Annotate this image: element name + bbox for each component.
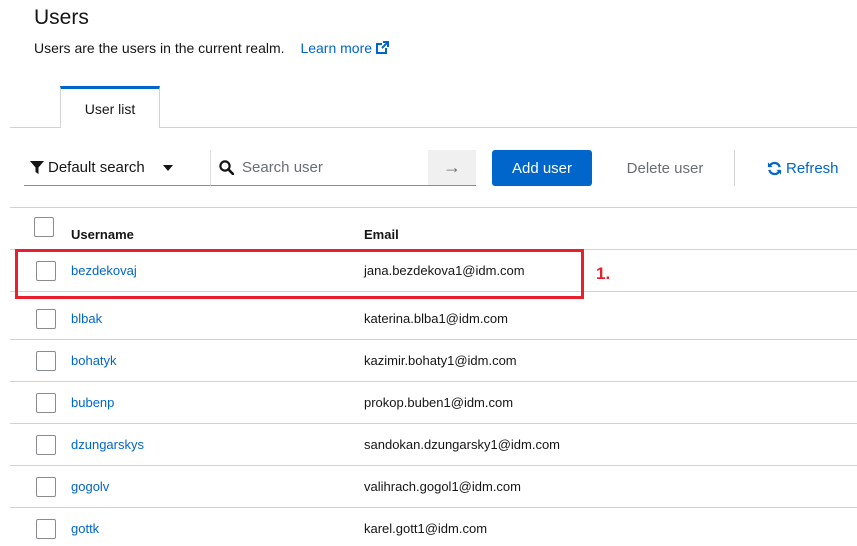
tab-user-list-label: User list [84,100,136,117]
page-title: Users [34,6,89,29]
table-row: bohatyk kazimir.bohaty1@idm.com [10,340,857,382]
arrow-right-icon: → [443,157,461,177]
search-input[interactable] [242,159,412,176]
toolbar-divider [10,207,857,208]
column-username: Username [71,227,134,242]
table-row: bubenp prokop.buben1@idm.com [10,382,857,424]
filter-icon [30,160,44,174]
toolbar: Default search → Add user Delete user Re… [24,150,839,186]
search-type-dropdown[interactable]: Default search [24,150,210,186]
page-description-text: Users are the users in the current realm… [34,40,285,56]
page-description: Users are the users in the current realm… [34,40,390,56]
row-checkbox[interactable] [36,519,56,539]
search-icon [219,160,234,175]
column-email: Email [364,227,399,242]
username-link[interactable]: bohatyk [71,353,117,368]
email-cell: karel.gott1@idm.com [364,521,488,536]
refresh-icon [767,161,782,175]
learn-more-label: Learn more [300,40,373,56]
email-cell: valihrach.gogol1@idm.com [364,479,521,494]
caret-down-icon [162,164,173,171]
search-submit-button[interactable]: → [428,150,476,186]
username-link[interactable]: gogolv [71,479,109,494]
email-cell: katerina.blba1@idm.com [364,311,508,326]
table-row: gogolv valihrach.gogol1@idm.com [10,466,857,508]
search-field [210,150,428,186]
table-row: gottk karel.gott1@idm.com [10,508,857,546]
username-link[interactable]: gottk [71,521,99,536]
table-header: Username Email [10,212,857,250]
username-link[interactable]: dzungarskys [71,437,144,452]
row-checkbox[interactable] [36,477,56,497]
row-checkbox[interactable] [36,309,56,329]
learn-more-link[interactable]: Learn more [300,40,390,56]
table-row: dzungarskys sandokan.dzungarsky1@idm.com [10,424,857,466]
email-cell: kazimir.bohaty1@idm.com [364,353,517,368]
email-cell: prokop.buben1@idm.com [364,395,514,410]
refresh-label: Refresh [786,159,839,177]
row-checkbox[interactable] [36,393,56,413]
select-all-checkbox[interactable] [34,217,54,237]
tab-bar: User list [10,86,857,129]
external-link-icon [376,41,390,54]
username-link[interactable]: blbak [71,311,102,326]
tab-user-list[interactable]: User list [60,86,160,129]
table-row: blbak katerina.blba1@idm.com [10,298,857,340]
username-link[interactable]: bubenp [71,395,114,410]
add-user-button[interactable]: Add user [492,150,592,186]
row-checkbox[interactable] [36,435,56,455]
search-type-label: Default search [48,159,145,176]
annotation-marker: 1. [596,264,611,283]
delete-user-button[interactable]: Delete user [606,150,724,186]
email-cell: sandokan.dzungarsky1@idm.com [364,437,561,452]
annotation-highlight-box [15,249,584,299]
toolbar-separator [734,150,735,186]
row-checkbox[interactable] [36,351,56,371]
refresh-button[interactable]: Refresh [767,150,839,186]
